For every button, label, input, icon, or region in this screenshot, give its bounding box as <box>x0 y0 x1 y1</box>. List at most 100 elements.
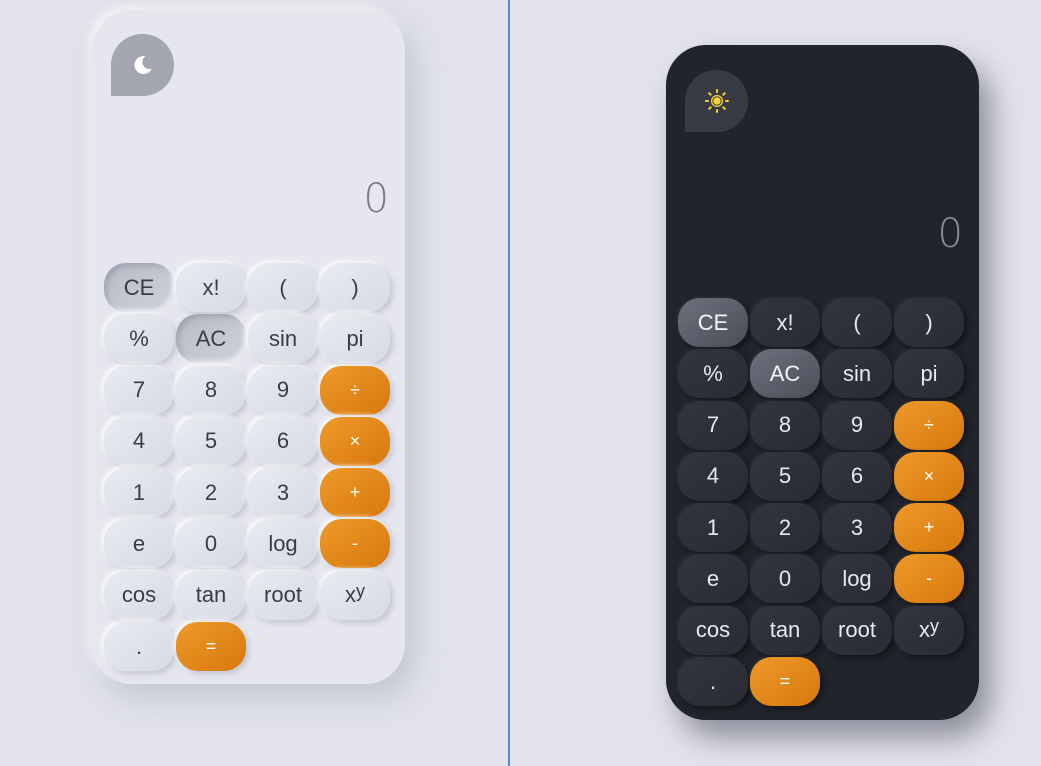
calculator-light: 0 CE x! ()% AC sin pi 7 8 9 ÷ 4 5 6 × 1 2 3 + e 0 log - cos tan… <box>92 10 405 684</box>
key-close-paren-button[interactable]: ) <box>320 263 390 312</box>
key-pi-button[interactable]: pi <box>894 349 964 399</box>
theme-toggle-button[interactable] <box>685 70 748 132</box>
key-factorial-button[interactable]: x! <box>750 298 820 347</box>
key-label: 6 <box>276 428 290 454</box>
key-plus-button[interactable]: + <box>320 468 390 518</box>
key-label: + <box>349 482 361 503</box>
key-label: log <box>842 565 872 591</box>
key-power-button[interactable]: xy <box>894 605 964 655</box>
key-label: 1 <box>706 514 720 540</box>
key-ac-button[interactable]: AC <box>176 314 246 364</box>
key-8-button[interactable]: 8 <box>176 365 246 415</box>
key-5-button[interactable]: 5 <box>176 416 246 466</box>
key-ac-button[interactable]: AC <box>750 349 820 399</box>
key-superscript: y <box>930 615 939 636</box>
key-cos-button[interactable]: cos <box>678 605 748 655</box>
key-7-button[interactable]: 7 <box>678 400 748 450</box>
key-label: ( <box>279 274 287 300</box>
key-label: . <box>135 633 143 659</box>
key-open-paren-button[interactable]: ( <box>248 263 318 312</box>
key-equals-button[interactable]: = <box>750 657 820 707</box>
key-sin-button[interactable]: sin <box>822 349 892 399</box>
key-pi-button[interactable]: pi <box>320 314 390 364</box>
key-6-button[interactable]: 6 <box>248 416 318 466</box>
key-label: sin <box>842 360 872 386</box>
key-2-button[interactable]: 2 <box>750 503 820 553</box>
key-label: - <box>352 533 358 554</box>
key-minus-button[interactable]: - <box>320 519 390 569</box>
key-equals-button[interactable]: = <box>176 622 246 672</box>
key-label: x <box>919 617 930 643</box>
key-7-button[interactable]: 7 <box>104 365 174 415</box>
key-6-button[interactable]: 6 <box>822 451 892 501</box>
key-label: = <box>205 636 217 657</box>
key-label: % <box>703 360 723 386</box>
key-2-button[interactable]: 2 <box>176 468 246 518</box>
calculator-display: 0 <box>363 176 389 222</box>
key-label: × <box>349 430 361 451</box>
key-label: cos <box>121 582 157 608</box>
key-superscript: y <box>356 580 365 601</box>
key-tan-button[interactable]: tan <box>176 570 246 620</box>
key-percent-button[interactable]: % <box>104 314 174 364</box>
key-label: 8 <box>204 377 218 403</box>
key-1-button[interactable]: 1 <box>104 468 174 518</box>
key-plus-button[interactable]: + <box>894 503 964 553</box>
key-label: log <box>268 530 298 556</box>
key-multiply-button[interactable]: × <box>320 416 390 466</box>
key-label: tan <box>769 617 801 643</box>
key-label: AC <box>769 360 801 386</box>
moon-icon <box>134 55 152 74</box>
keypad: CE x! ()% AC sin pi 7 8 9 ÷ 4 5 6 × 1 2 3 + e 0 log - cos tan ro… <box>678 298 964 707</box>
key-power-button[interactable]: xy <box>320 570 390 620</box>
key-8-button[interactable]: 8 <box>750 400 820 450</box>
key-9-button[interactable]: 9 <box>248 365 318 415</box>
key-divide-button[interactable]: ÷ <box>320 365 390 415</box>
key-label: 2 <box>204 479 218 505</box>
key-ce-button[interactable]: CE <box>678 298 748 347</box>
key-e-button[interactable]: e <box>678 554 748 604</box>
key-label: x! <box>776 309 794 335</box>
key-multiply-button[interactable]: × <box>894 451 964 501</box>
key-3-button[interactable]: 3 <box>248 468 318 518</box>
key-label: 1 <box>132 479 146 505</box>
key-label: AC <box>195 325 227 351</box>
key-sin-button[interactable]: sin <box>248 314 318 364</box>
key-5-button[interactable]: 5 <box>750 451 820 501</box>
key-label: x! <box>202 274 220 300</box>
key-log-button[interactable]: log <box>822 554 892 604</box>
key-root-button[interactable]: root <box>248 570 318 620</box>
key-decimal-button[interactable]: . <box>678 657 748 707</box>
key-label: 7 <box>132 377 146 403</box>
key-0-button[interactable]: 0 <box>176 519 246 569</box>
key-e-button[interactable]: e <box>104 519 174 569</box>
theme-toggle-button[interactable] <box>111 34 174 96</box>
key-cos-button[interactable]: cos <box>104 570 174 620</box>
key-factorial-button[interactable]: x! <box>176 263 246 312</box>
key-3-button[interactable]: 3 <box>822 503 892 553</box>
key-4-button[interactable]: 4 <box>104 416 174 466</box>
key-log-button[interactable]: log <box>248 519 318 569</box>
key-open-paren-button[interactable]: ( <box>822 298 892 347</box>
key-root-button[interactable]: root <box>822 605 892 655</box>
key-9-button[interactable]: 9 <box>822 400 892 450</box>
key-label: 9 <box>850 412 864 438</box>
key-label: % <box>129 325 149 351</box>
key-ce-button[interactable]: CE <box>104 263 174 312</box>
key-tan-button[interactable]: tan <box>750 605 820 655</box>
calculator-display: 0 <box>937 211 963 257</box>
key-minus-button[interactable]: - <box>894 554 964 604</box>
key-percent-button[interactable]: % <box>678 349 748 399</box>
key-label: + <box>923 517 935 538</box>
key-close-paren-button[interactable]: ) <box>894 298 964 347</box>
key-0-button[interactable]: 0 <box>750 554 820 604</box>
key-label: 0 <box>204 530 218 556</box>
keypad: CE x! ()% AC sin pi 7 8 9 ÷ 4 5 6 × 1 2 3 + e 0 log - cos tan ro… <box>104 263 390 672</box>
key-label: ( <box>853 309 861 335</box>
key-decimal-button[interactable]: . <box>104 622 174 672</box>
key-1-button[interactable]: 1 <box>678 503 748 553</box>
key-4-button[interactable]: 4 <box>678 451 748 501</box>
key-divide-button[interactable]: ÷ <box>894 400 964 450</box>
key-label: 3 <box>850 514 864 540</box>
key-label: 6 <box>850 463 864 489</box>
